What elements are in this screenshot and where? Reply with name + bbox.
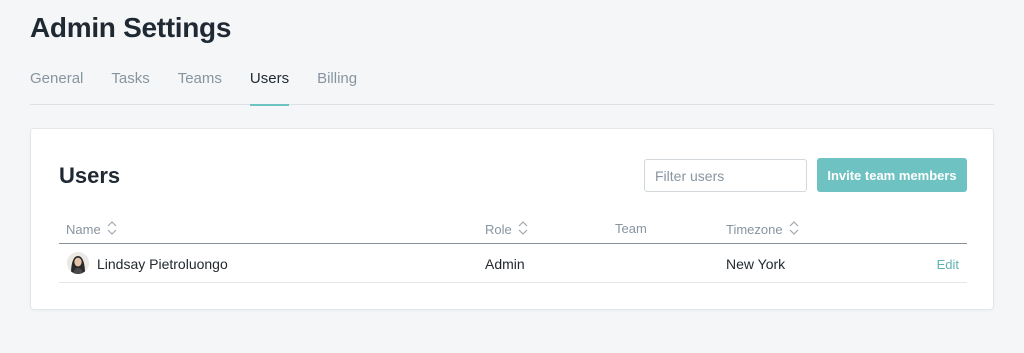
tab-teams[interactable]: Teams [178, 68, 222, 105]
invite-team-members-button[interactable]: Invite team members [817, 158, 967, 192]
column-header-name-label: Name [66, 222, 101, 237]
sort-arrows-icon[interactable] [107, 221, 117, 238]
column-header-team-label: Team [615, 221, 647, 236]
user-avatar [67, 252, 89, 274]
column-header-timezone[interactable]: Timezone [726, 221, 799, 238]
column-header-role[interactable]: Role [485, 221, 528, 238]
tab-general[interactable]: General [30, 68, 83, 105]
column-header-role-label: Role [485, 222, 512, 237]
admin-settings-page: Admin Settings General Tasks Teams Users… [0, 0, 1024, 353]
users-table-header: Name Role Team Timezone [59, 217, 967, 244]
table-row: Lindsay Pietroluongo Admin New York Edit [59, 244, 967, 283]
filter-users-input[interactable] [644, 159, 807, 192]
user-role: Admin [485, 256, 525, 272]
column-header-timezone-label: Timezone [726, 222, 783, 237]
users-card-title: Users [59, 163, 121, 188]
edit-user-link[interactable]: Edit [937, 257, 959, 272]
tab-tasks[interactable]: Tasks [111, 68, 149, 105]
sort-arrows-icon[interactable] [789, 221, 799, 238]
sort-arrows-icon[interactable] [518, 221, 528, 238]
page-title: Admin Settings [30, 12, 232, 43]
user-name: Lindsay Pietroluongo [97, 256, 228, 272]
column-header-name[interactable]: Name [66, 221, 117, 238]
column-header-team: Team [615, 221, 647, 236]
settings-tabs: General Tasks Teams Users Billing [30, 68, 994, 106]
tab-billing[interactable]: Billing [317, 68, 357, 105]
tab-users[interactable]: Users [249, 68, 290, 106]
user-timezone: New York [726, 256, 786, 272]
users-card: Users Invite team members Name Role Team… [30, 128, 994, 310]
